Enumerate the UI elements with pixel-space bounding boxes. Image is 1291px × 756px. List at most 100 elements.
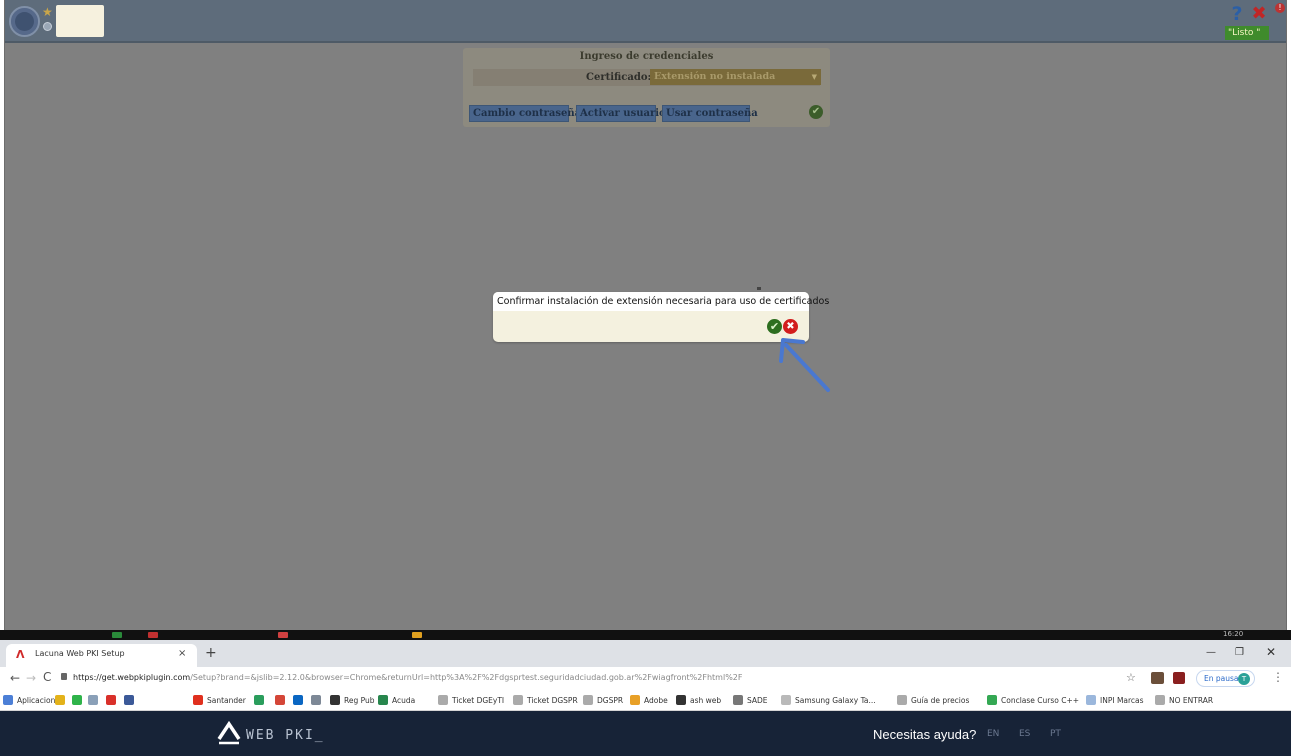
webpki-logo-text: WEB PKI_: [246, 728, 325, 743]
paused-label: En pausa: [1204, 674, 1239, 683]
taskbar-app-icon[interactable]: [148, 632, 158, 638]
language-en-link[interactable]: EN: [987, 729, 999, 739]
bookmark-item[interactable]: Guía de precios: [897, 694, 969, 707]
browser-toolbar: ← → C https://get.webpkiplugin.com/Setup…: [0, 667, 1291, 690]
browser-tab[interactable]: Λ Lacuna Web PKI Setup ×: [6, 644, 197, 667]
bookmark-item[interactable]: [55, 694, 69, 707]
bookmark-item[interactable]: [88, 694, 102, 707]
certificate-row: Certificado: Extensión no instalada ▼: [473, 69, 821, 86]
bookmark-item[interactable]: Ticket DGEyTI: [438, 694, 504, 707]
bookmark-icon: [1086, 695, 1096, 705]
bookmark-item[interactable]: Acuda: [378, 694, 415, 707]
new-tab-button[interactable]: +: [205, 646, 217, 660]
bookmark-item[interactable]: [275, 694, 289, 707]
bookmark-icon: [781, 695, 791, 705]
close-icon[interactable]: ✖: [1249, 4, 1269, 24]
bookmark-item[interactable]: [124, 694, 138, 707]
taskbar-app-icon[interactable]: [412, 632, 422, 638]
bookmark-icon: [254, 695, 264, 705]
use-password-button[interactable]: Usar contraseña: [662, 105, 758, 122]
bookmark-label: Santander: [207, 696, 246, 705]
address-bar[interactable]: https://get.webpkiplugin.com/Setup?brand…: [73, 673, 742, 682]
window-close-icon[interactable]: ✕: [1266, 646, 1276, 658]
bookmark-icon: [293, 695, 303, 705]
tab-close-icon[interactable]: ×: [178, 648, 186, 660]
taskbar-clock: 16:20: [1223, 630, 1244, 638]
url-path: /Setup?brand=&jslib=2.12.0&browser=Chrom…: [190, 673, 743, 682]
help-icon[interactable]: ?: [1227, 4, 1247, 24]
status-badge: "Listo ": [1225, 26, 1269, 40]
bookmark-item[interactable]: [311, 694, 325, 707]
alert-icon[interactable]: !: [1275, 3, 1285, 13]
app-logo[interactable]: [9, 6, 40, 37]
bookmark-item[interactable]: Santander: [193, 694, 246, 707]
bookmark-icon: [513, 695, 523, 705]
bookmark-item[interactable]: Samsung Galaxy Ta...: [781, 694, 876, 707]
minimize-icon[interactable]: —: [1206, 648, 1216, 658]
bookmark-item[interactable]: Reg Pub: [330, 694, 375, 707]
bookmark-label: Ticket DGSPR: [527, 696, 578, 705]
webpki-logo-icon[interactable]: [216, 721, 242, 745]
taskbar-app-icon[interactable]: [112, 632, 122, 638]
kebab-menu-icon[interactable]: ⋮: [1272, 671, 1284, 683]
cancel-icon[interactable]: ✖: [783, 319, 798, 334]
login-panel-title: Ingreso de credenciales: [579, 51, 714, 62]
webpki-header: WEB PKI_ Necesitas ayuda? EN ES PT: [0, 711, 1291, 756]
reload-icon[interactable]: C: [43, 670, 51, 684]
profile-paused-button[interactable]: En pausa T: [1196, 670, 1255, 687]
forward-arrow-icon[interactable]: →: [26, 671, 36, 685]
tab-title: Lacuna Web PKI Setup: [35, 649, 125, 658]
language-pt-link[interactable]: PT: [1050, 729, 1061, 739]
bookmark-icon: [88, 695, 98, 705]
bookmark-label: Samsung Galaxy Ta...: [795, 696, 876, 705]
taskbar-app-icon[interactable]: [278, 632, 288, 638]
status-dot-icon: [43, 22, 52, 31]
bookmark-item[interactable]: INPI Marcas: [1086, 694, 1144, 707]
back-arrow-icon[interactable]: ←: [10, 671, 20, 685]
bookmark-item[interactable]: [254, 694, 268, 707]
bookmark-item[interactable]: ash web: [676, 694, 721, 707]
lock-icon[interactable]: [61, 673, 67, 680]
bookmark-icon: [124, 695, 134, 705]
bookmark-label: Acuda: [392, 696, 416, 705]
confirm-check-icon[interactable]: ✔: [767, 319, 782, 334]
bookmark-icon: [438, 695, 448, 705]
change-password-button[interactable]: Cambio contraseña: [469, 105, 581, 122]
help-link[interactable]: Necesitas ayuda?: [873, 727, 976, 742]
browser-tab-strip: Λ Lacuna Web PKI Setup × + — ❐ ✕: [0, 640, 1291, 667]
bookmark-label: SADE: [747, 696, 768, 705]
bookmark-icon: [55, 695, 65, 705]
language-es-link[interactable]: ES: [1019, 729, 1030, 739]
bookmark-item[interactable]: SADE: [733, 694, 768, 707]
certificate-label: Certificado:: [586, 72, 652, 83]
bookmark-label: Conclase Curso C++: [1001, 696, 1080, 705]
certificate-select[interactable]: Extensión no instalada ▼: [650, 69, 821, 85]
bookmark-item[interactable]: [293, 694, 307, 707]
os-taskbar: 16:20: [0, 630, 1291, 640]
login-panel: Ingreso de credenciales Certificado: Ext…: [463, 48, 830, 127]
app-header: ★ ? ✖ ! "Listo ": [5, 0, 1286, 43]
bookmark-label: ash web: [690, 696, 722, 705]
bookmark-icon: [106, 695, 116, 705]
pdf-extension-icon[interactable]: [1173, 672, 1185, 684]
bookmark-item[interactable]: NO ENTRAR: [1155, 694, 1213, 707]
bookmark-item[interactable]: Ticket DGSPR: [513, 694, 578, 707]
bookmark-icon: [676, 695, 686, 705]
bookmark-item[interactable]: [72, 694, 86, 707]
bookmark-label: Reg Pub: [344, 696, 375, 705]
bookmark-label: DGSPR: [597, 696, 624, 705]
check-icon[interactable]: ✔: [809, 105, 823, 119]
extension-icon[interactable]: [1151, 672, 1164, 684]
bookmark-star-icon[interactable]: ☆: [1126, 671, 1136, 684]
bookmark-item[interactable]: [106, 694, 120, 707]
star-icon[interactable]: ★: [42, 6, 53, 18]
arrow-icon: [779, 338, 830, 392]
bookmark-icon: [583, 695, 593, 705]
bookmark-item[interactable]: Conclase Curso C++: [987, 694, 1079, 707]
bookmarks-bar: Aplicaciones Santander Reg Pub Acuda Ticket …: [0, 690, 1291, 711]
activate-user-button[interactable]: Activar usuario: [576, 105, 666, 122]
certificate-select-value: Extensión no instalada: [654, 71, 776, 82]
bookmark-item[interactable]: DGSPR: [583, 694, 623, 707]
restore-icon[interactable]: ❐: [1235, 647, 1244, 658]
bookmark-item[interactable]: Adobe: [630, 694, 668, 707]
